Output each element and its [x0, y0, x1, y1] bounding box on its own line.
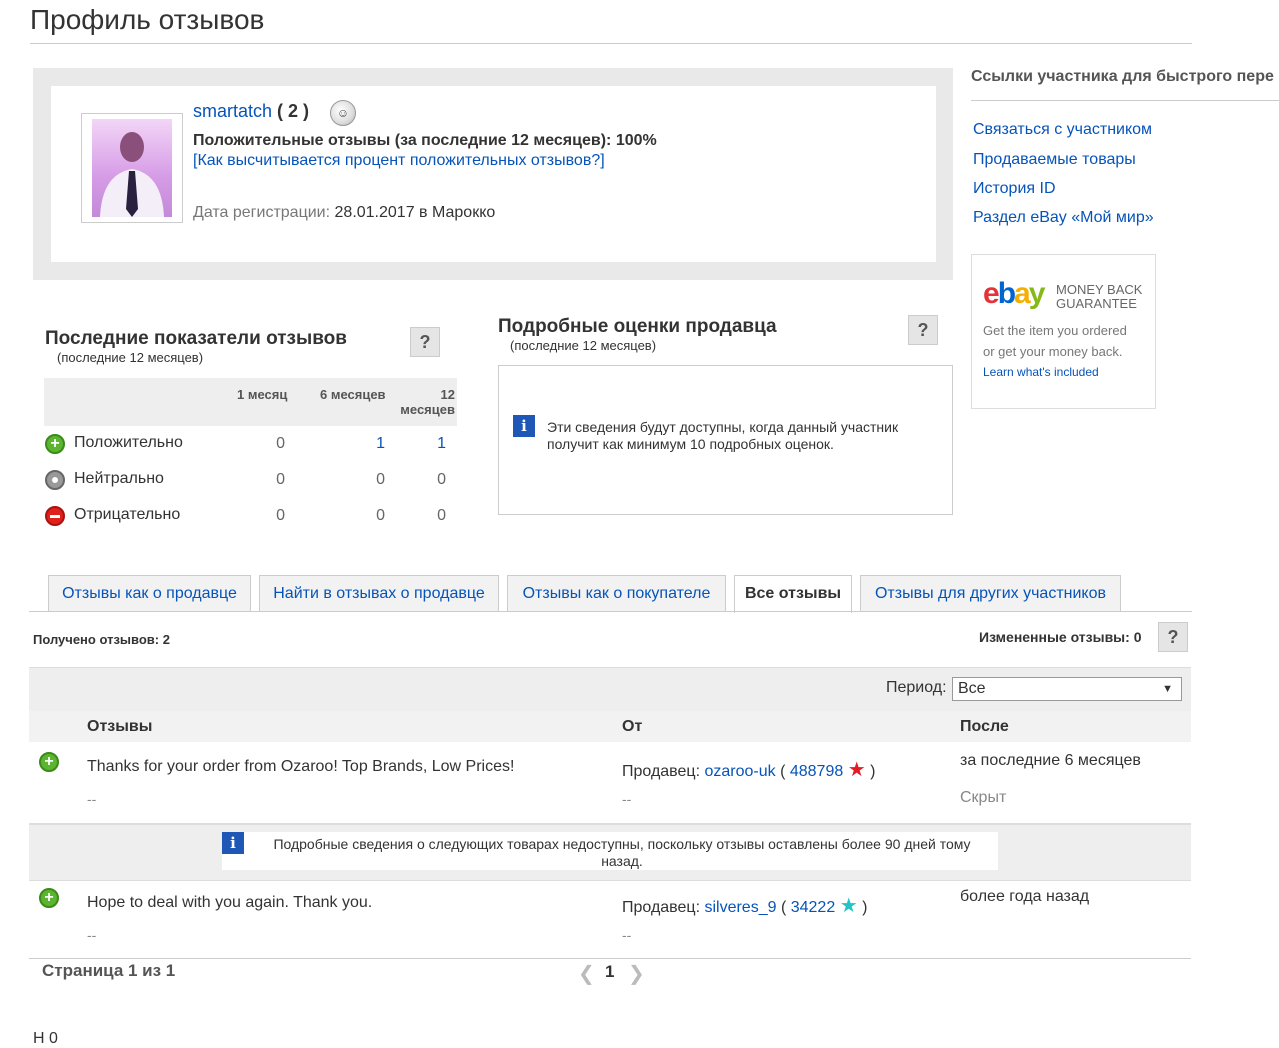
id-history-link[interactable]: История ID [973, 180, 1056, 198]
mbg-learn-link[interactable]: Learn what's included [983, 365, 1099, 379]
page-title: Профиль отзывов [30, 4, 265, 35]
dsr-help-button[interactable]: ? [908, 315, 938, 345]
registration-value: 28.01.2017 в Марокко [334, 204, 496, 221]
rating-neutral-label: Нейтрально [74, 470, 164, 487]
teal-shooting-star-icon: ★ [839, 895, 858, 917]
member-quick-links-title: Ссылки участника для быстрого пере [971, 68, 1274, 85]
positive-12m[interactable]: 1 [426, 435, 446, 453]
username-link[interactable]: smartatch [193, 101, 272, 121]
ebay-logo: ebay [983, 277, 1045, 310]
mbg-text-line1: Get the item you ordered [983, 323, 1127, 338]
info-icon: i [513, 415, 535, 437]
positive-feedback-percent: Положительные отзывы (за последние 12 ме… [193, 132, 657, 149]
col-from: От [622, 718, 643, 735]
calc-percent-link[interactable]: [Как высчитывается процент положительных… [193, 152, 605, 170]
notice-text: Подробные сведения о следующих товарах н… [273, 836, 971, 869]
period-select[interactable]: Все ▼ [952, 677, 1182, 701]
pager-next-icon[interactable]: ❯ [628, 961, 645, 986]
feedback-when-2: более года назад [960, 888, 1090, 905]
title-divider [30, 43, 1192, 44]
rating-negative-label: Отрицательно [74, 506, 181, 523]
period-label: Период: [886, 679, 947, 696]
neutral-6m: 0 [376, 471, 385, 488]
contact-member-link[interactable]: Связаться с участником [973, 121, 1152, 139]
avatar[interactable] [81, 113, 183, 223]
neutral-1m: 0 [276, 471, 285, 488]
tab-all-feedback[interactable]: Все отзывы [734, 575, 852, 613]
positive-icon [45, 434, 65, 454]
recent-ratings-title: Последние показатели отзывов [45, 328, 347, 349]
feedback-when-1: за последние 6 месяцев [960, 752, 1141, 769]
feedback-from-2: Продавец: silveres_9 ( 34222 ★ ) [622, 895, 868, 917]
registration-date: Дата регистрации: 28.01.2017 в Марокко [193, 204, 495, 222]
person-silhouette-icon [100, 132, 164, 217]
positive-icon [39, 888, 59, 908]
sidebar-divider [971, 100, 1279, 101]
revised-help-button[interactable]: ? [1158, 622, 1188, 652]
feedback-item-2: -- [87, 927, 97, 943]
negative-12m: 0 [437, 507, 446, 524]
pager-prev-icon[interactable]: ❮ [578, 961, 595, 986]
dsr-message: Эти сведения будут доступны, когда данны… [547, 419, 899, 452]
tab-seller-feedback[interactable]: Отзывы как о продавце [48, 575, 251, 611]
detailed-seller-ratings-title: Подробные оценки продавца [498, 316, 777, 337]
pager-current-page[interactable]: 1 [605, 962, 614, 982]
col-12-months: 12 месяцев [400, 387, 455, 417]
negative-1m: 0 [276, 507, 285, 524]
seller-score-link-2[interactable]: 34222 [791, 899, 836, 916]
cut-off-text: Н 0 [33, 1030, 58, 1047]
negative-icon [45, 506, 65, 526]
neutral-icon [45, 470, 65, 490]
negative-6m: 0 [376, 507, 385, 524]
seller-link-2[interactable]: silveres_9 [704, 899, 776, 916]
profile-card-inner [51, 86, 936, 262]
positive-1m: 0 [276, 435, 285, 452]
registration-label: Дата регистрации: [193, 204, 331, 221]
feedback-price-1: -- [622, 791, 632, 807]
positive-6m[interactable]: 1 [365, 435, 385, 453]
tab-buyer-feedback[interactable]: Отзывы как о покупателе [507, 575, 726, 611]
feedback-score: ( 2 ) [277, 101, 310, 121]
feedback-comment-1: Thanks for your order from Ozaroo! Top B… [87, 758, 515, 775]
page-info: Страница 1 из 1 [42, 961, 176, 980]
recent-ratings-help-button[interactable]: ? [410, 327, 440, 357]
username-line: smartatch ( 2 ) [193, 101, 309, 122]
neutral-12m: 0 [437, 471, 446, 488]
feedback-table-header [29, 711, 1191, 742]
avatar-photo [92, 119, 172, 217]
tab-divider [29, 611, 1192, 612]
feedback-from-1: Продавец: ozaroo-uk ( 488798 ★ ) [622, 759, 876, 781]
feedback-item-1: -- [87, 791, 97, 807]
items-for-sale-link[interactable]: Продаваемые товары [973, 151, 1136, 169]
col-6-months: 6 месяцев [320, 387, 386, 402]
red-shooting-star-icon: ★ [847, 759, 866, 781]
recent-ratings-subtitle: (последние 12 месяцев) [57, 350, 204, 365]
seller-link-1[interactable]: ozaroo-uk [704, 763, 775, 780]
tab-search-seller-feedback[interactable]: Найти в отзывах о продавце [259, 575, 499, 611]
mbg-text-line2: or get your money back. [983, 344, 1123, 359]
money-back-guarantee-banner[interactable]: ebay MONEY BACK GUARANTEE Get the item yo… [971, 254, 1156, 409]
positive-icon [39, 752, 59, 772]
col-1-month: 1 месяц [237, 387, 288, 402]
detailed-seller-ratings-subtitle: (последние 12 месяцев) [510, 338, 657, 353]
my-world-link[interactable]: Раздел eBay «Мой мир» [973, 209, 1154, 227]
revised-count: Измененные отзывы: 0 [979, 629, 1142, 645]
dropdown-arrow-icon: ▼ [1162, 683, 1173, 695]
feedback-price-2: -- [622, 927, 632, 943]
received-count: Получено отзывов: 2 [33, 632, 170, 647]
tab-feedback-left-for-others[interactable]: Отзывы для других участников [860, 575, 1121, 611]
rating-positive-label: Положительно [74, 434, 183, 451]
info-icon: i [222, 832, 244, 854]
col-when: После [960, 718, 1009, 735]
mbg-tagline: MONEY BACK GUARANTEE [1056, 282, 1143, 311]
col-feedback: Отзывы [87, 718, 153, 735]
feedback-hidden-1: Скрыт [960, 789, 1007, 806]
seller-score-link-1[interactable]: 488798 [790, 763, 843, 780]
period-value: Все [958, 680, 986, 697]
registered-user-icon[interactable]: ☺ [330, 100, 356, 126]
feedback-comment-2: Hope to deal with you again. Thank you. [87, 894, 373, 911]
table-bottom-divider [29, 958, 1191, 959]
